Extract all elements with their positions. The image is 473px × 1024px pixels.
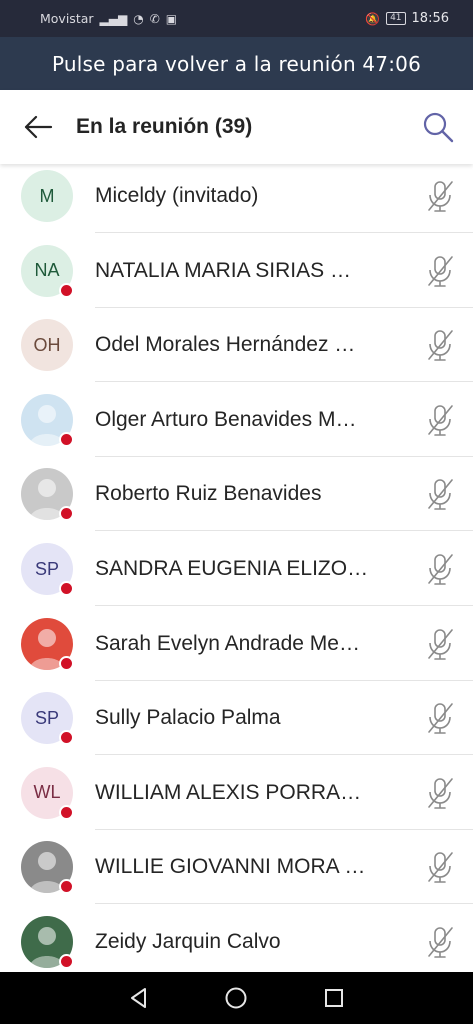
mic-off-icon xyxy=(424,924,456,960)
avatar-initials: M xyxy=(21,170,73,222)
participant-row[interactable]: WL WILLIAM ALEXIS PORRA… xyxy=(0,756,473,830)
avatar: M xyxy=(21,170,73,222)
nav-back-button[interactable] xyxy=(119,978,159,1018)
participant-list[interactable]: M Miceldy (invitado) NA NATALIA MARIA SIRIA… xyxy=(0,164,473,972)
return-to-meeting-banner[interactable]: Pulse para volver a la reunión 47:06 xyxy=(0,37,473,90)
participant-row[interactable]: M Miceldy (invitado) xyxy=(0,164,473,233)
app-header: En la reunión (39) xyxy=(0,90,473,164)
avatar xyxy=(21,916,74,969)
arrow-left-icon xyxy=(24,115,53,139)
presence-busy-indicator xyxy=(59,879,74,895)
notification-icon: ▣ xyxy=(165,11,178,26)
presence-busy-indicator xyxy=(59,655,74,671)
avatar: NA xyxy=(21,244,74,298)
square-recent-icon xyxy=(325,989,344,1007)
participant-name: Miceldy (invitado) xyxy=(95,184,259,207)
participant-row[interactable]: Olger Arturo Benavides M… xyxy=(0,383,473,457)
mic-off-icon xyxy=(424,476,456,512)
avatar: SP xyxy=(21,692,74,746)
participant-name: Olger Arturo Benavides M… xyxy=(95,407,357,431)
banner-text: Pulse para volver a la reunión 47:06 xyxy=(51,51,422,76)
battery-icon: 41 xyxy=(386,12,406,25)
participant-row[interactable]: Zeidy Jarquin Calvo xyxy=(0,905,473,972)
mic-off-icon xyxy=(424,402,456,438)
mic-off-icon xyxy=(424,327,456,363)
mic-off-icon xyxy=(424,775,456,811)
search-button[interactable] xyxy=(403,90,473,164)
triangle-back-icon xyxy=(130,988,146,1008)
status-left: Movistar ▂▄▆ ◔ ✆ ▣ xyxy=(40,11,177,26)
search-icon xyxy=(423,112,454,143)
system-nav-bar xyxy=(0,972,473,1024)
avatar: SP xyxy=(21,543,74,596)
participant-name: NATALIA MARIA SIRIAS … xyxy=(95,258,351,282)
presence-busy-indicator xyxy=(59,431,74,447)
avatar xyxy=(21,617,74,671)
carrier-label: Movistar xyxy=(40,11,94,26)
avatar xyxy=(21,841,74,895)
participant-row[interactable]: OH Odel Morales Hernández … xyxy=(0,308,473,383)
status-right: 🔕 41 18:56 xyxy=(365,11,449,26)
clock: 18:56 xyxy=(411,11,449,26)
wifi-icon: ◔ xyxy=(133,11,144,26)
nav-home-button[interactable] xyxy=(216,978,256,1018)
avatar: OH xyxy=(21,319,73,372)
mic-off-icon xyxy=(424,700,456,736)
signal-icon: ▂▄▆ xyxy=(99,11,128,26)
participant-name: Zeidy Jarquin Calvo xyxy=(95,930,281,953)
participant-name: Sarah Evelyn Andrade Me… xyxy=(95,631,360,655)
mic-off-icon xyxy=(424,253,456,289)
participant-name: WILLIAM ALEXIS PORRA… xyxy=(95,780,362,804)
presence-busy-indicator xyxy=(59,730,74,746)
status-bar: Movistar ▂▄▆ ◔ ✆ ▣ 🔕 41 18:56 xyxy=(0,0,473,37)
circle-home-icon xyxy=(225,987,247,1009)
presence-busy-indicator xyxy=(59,581,74,596)
mic-off-icon xyxy=(424,849,456,885)
mic-off-icon xyxy=(424,178,456,214)
presence-busy-indicator xyxy=(59,804,74,820)
avatar-initials: OH xyxy=(21,319,73,372)
presence-busy-indicator xyxy=(59,506,74,522)
mic-off-icon xyxy=(424,626,456,662)
avatar: WL xyxy=(21,766,74,820)
avatar xyxy=(21,393,74,447)
participant-name: Sully Palacio Palma xyxy=(95,706,281,730)
participant-row[interactable]: SP Sully Palacio Palma xyxy=(0,681,473,756)
back-button[interactable] xyxy=(0,90,76,164)
nav-recent-button[interactable] xyxy=(314,978,354,1018)
presence-busy-indicator xyxy=(59,282,74,298)
participant-row[interactable]: SP SANDRA EUGENIA ELIZO… xyxy=(0,532,473,606)
mute-icon: 🔕 xyxy=(365,11,381,26)
participant-name: Roberto Ruiz Benavides xyxy=(95,482,322,506)
phone-icon: ✆ xyxy=(149,11,160,26)
participant-name: Odel Morales Hernández … xyxy=(95,333,356,357)
page-title: En la reunión (39) xyxy=(76,115,253,138)
participant-name: WILLIE GIOVANNI MORA … xyxy=(95,855,366,879)
participant-row[interactable]: WILLIE GIOVANNI MORA … xyxy=(0,830,473,905)
participant-row[interactable]: Roberto Ruiz Benavides xyxy=(0,457,473,532)
avatar xyxy=(21,468,74,522)
participant-name: SANDRA EUGENIA ELIZO… xyxy=(95,557,369,580)
participant-row[interactable]: NA NATALIA MARIA SIRIAS … xyxy=(0,234,473,308)
presence-busy-indicator xyxy=(59,954,74,969)
participant-row[interactable]: Sarah Evelyn Andrade Me… xyxy=(0,607,473,681)
mic-off-icon xyxy=(424,551,456,587)
